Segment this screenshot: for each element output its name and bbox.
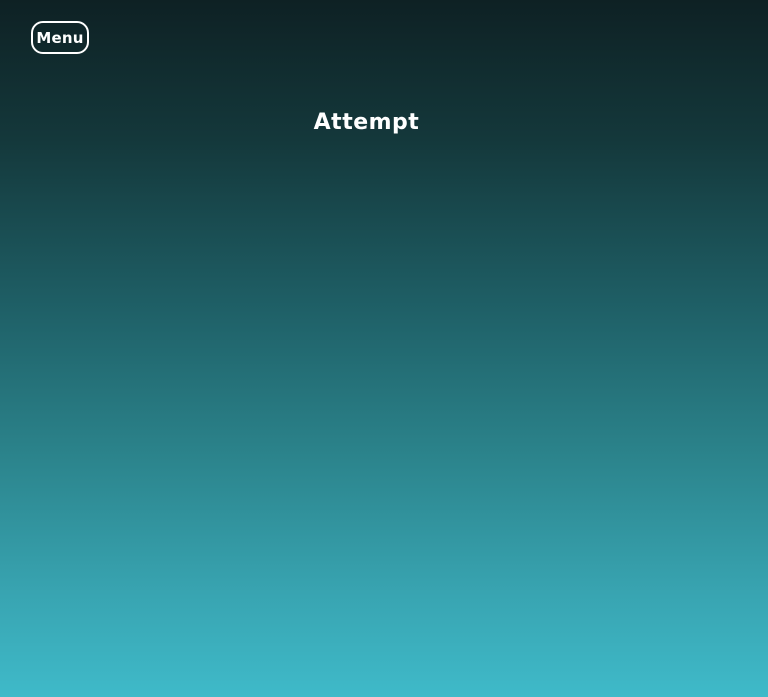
menu-button[interactable]: Menu (31, 21, 89, 54)
page-title: Attempt (313, 110, 420, 135)
screen: { "header": { "menu_label": "Menu" }, "m… (0, 0, 768, 697)
